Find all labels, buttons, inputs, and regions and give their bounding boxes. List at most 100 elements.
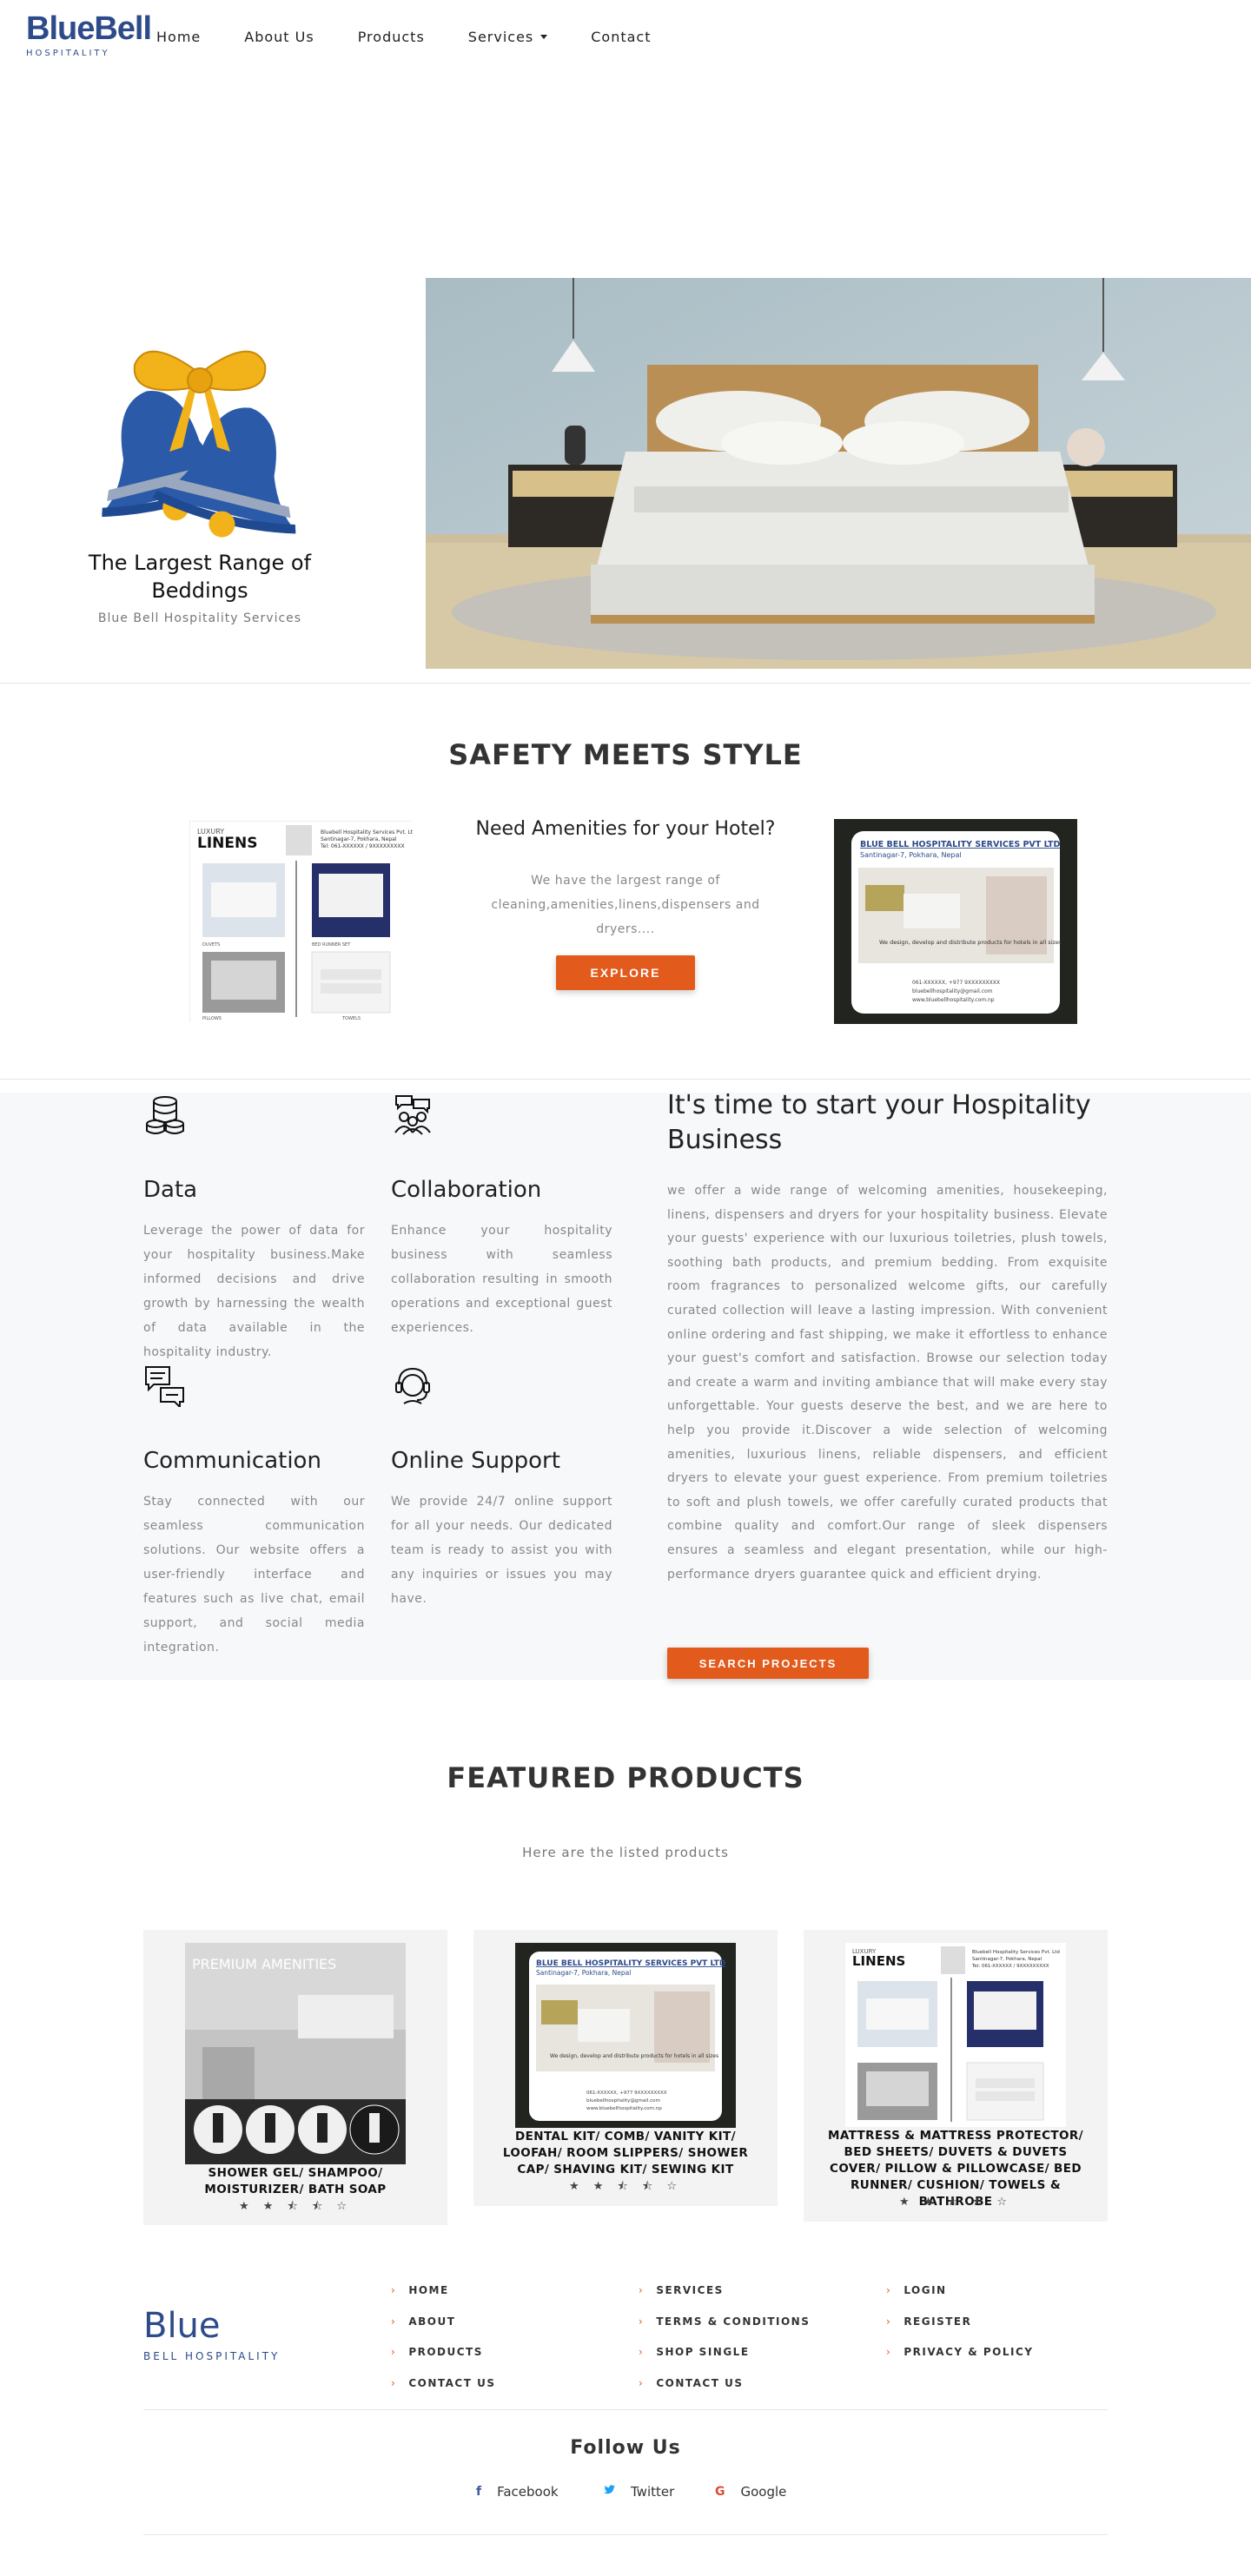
feature-description: We provide 24/7 online support for all y… [391, 1495, 612, 1606]
social-facebook[interactable]: f Facebook [476, 2484, 559, 2500]
chevron-right-icon: › [886, 2315, 892, 2328]
footer-link-services[interactable]: › SERVICES [639, 2284, 724, 2296]
poster-address-text: Santinagar-7, Pokhara, Nepal [321, 836, 397, 842]
brand-logo[interactable]: BlueBell HOSPITALITY [26, 10, 152, 58]
footer-link-terms[interactable]: › TERMS & CONDITIONS [639, 2315, 810, 2328]
feature-communication: Communication Stay connected with our se… [143, 1364, 365, 1660]
nav-about-us[interactable]: About Us [244, 29, 314, 45]
hero-subtitle: Blue Bell Hospitality Services [97, 611, 302, 625]
navbar: BlueBell HOSPITALITY Home About Us Produ… [0, 0, 1251, 78]
explore-button[interactable]: EXPLORE [556, 955, 695, 990]
feature-title: Online Support [391, 1448, 560, 1474]
poster-contact-web: www.bluebellhospitality.com.np [586, 2106, 662, 2111]
product-name[interactable]: SHOWER GEL/ SHAMPOO/ MOISTURIZER/ BATH S… [165, 2165, 426, 2198]
feature-data: Data Leverage the power of data for your… [143, 1093, 365, 1364]
product-poster-title: PREMIUM AMENITIES [192, 1956, 336, 1972]
featured-products-title: FEATURED PRODUCTS [447, 1761, 804, 1794]
feature-title: Data [143, 1177, 198, 1203]
poster-label-duvets: DUVETS [202, 942, 220, 948]
social-label: Facebook [497, 2484, 559, 2500]
chevron-right-icon: › [886, 2284, 892, 2296]
poster-contact-phone: 061-XXXXXX, +977 9XXXXXXXXX [912, 980, 1000, 986]
poster-linens-text: LINENS [197, 835, 257, 852]
footer-link-shop-single[interactable]: › SHOP SINGLE [639, 2346, 750, 2358]
footer-brand-subtitle: BELL HOSPITALITY [143, 2350, 281, 2362]
bells-icon [52, 339, 348, 538]
poster-contact-email: bluebellhospitality@gmail.com [586, 2098, 660, 2104]
nav-services[interactable]: Services [468, 29, 548, 45]
feature-title: Communication [143, 1448, 321, 1474]
chevron-right-icon: › [639, 2315, 645, 2328]
hero-section: The Largest Range of Beddings Blue Bell … [0, 278, 1251, 669]
footer-divider [143, 2409, 1108, 2410]
chevron-right-icon: › [391, 2377, 397, 2389]
logo-subtitle: HOSPITALITY [26, 49, 110, 58]
bedroom-image [426, 278, 1251, 669]
poster-tagline: We design, develop and distribute produc… [550, 2053, 718, 2059]
footer-link-contact-us-2[interactable]: › CONTACT US [639, 2377, 743, 2389]
poster-tagline: We design, develop and distribute produc… [879, 939, 1062, 946]
chat-icon [143, 1364, 187, 1410]
footer-link-home[interactable]: › HOME [391, 2284, 449, 2296]
social-label: Google [740, 2484, 787, 2500]
rating-stars: ★ ★ ⯪ ⯪ ☆ [238, 2200, 353, 2213]
nav-products[interactable]: Products [358, 29, 425, 45]
company-poster-image: BLUE BELL HOSPITALITY SERVICES PVT LTD S… [834, 819, 1077, 1024]
product-name[interactable]: DENTAL KIT/ COMB/ VANITY KIT/ LOOFAH/ RO… [495, 2129, 756, 2178]
social-twitter[interactable]: Twitter [603, 2484, 674, 2500]
poster-company-text: Bluebell Hospitality Services Pvt. Ltd [321, 829, 413, 836]
poster-tel-text: Tel: 061-XXXXXX / 9XXXXXXXXX [320, 843, 405, 849]
headset-icon [391, 1364, 434, 1407]
hero-title: The Largest Range of Beddings [88, 551, 312, 603]
poster-linens-text: LINENS [852, 1953, 905, 1969]
featured-products-subtitle: Here are the listed products [522, 1845, 729, 1860]
amenities-description: We have the largest range of cleaning,am… [491, 874, 760, 936]
caret-down-icon [540, 35, 548, 39]
product-image-amenities: PREMIUM AMENITIES [185, 1943, 406, 2164]
poster-company-heading: BLUE BELL HOSPITALITY SERVICES PVT LTD [536, 1959, 725, 1968]
footer-link-register[interactable]: › REGISTER [886, 2315, 971, 2328]
rating-stars: ★ ★ ⯪ ⯪ ☆ [568, 2180, 683, 2193]
footer-link-login[interactable]: › LOGIN [886, 2284, 947, 2296]
feature-online-support: Online Support We provide 24/7 online su… [391, 1364, 612, 1611]
footer-bottom-divider [143, 2534, 1108, 2535]
social-google[interactable]: G Google [715, 2484, 786, 2500]
product-image-dental-kit: BLUE BELL HOSPITALITY SERVICES PVT LTD S… [515, 1943, 736, 2128]
nav-home[interactable]: Home [156, 29, 201, 45]
footer-link-contact-us[interactable]: › CONTACT US [391, 2377, 495, 2389]
poster-company-heading: BLUE BELL HOSPITALITY SERVICES PVT LTD [860, 840, 1061, 849]
feature-description: Enhance your hospitality business with s… [391, 1224, 612, 1335]
feature-description: Leverage the power of data for your hosp… [143, 1224, 365, 1359]
footer-link-about[interactable]: › ABOUT [391, 2315, 455, 2328]
poster-company-address: Santinagar-7, Pokhara, Nepal [536, 1969, 631, 1977]
nav-contact[interactable]: Contact [591, 29, 651, 45]
poster-label-bed-runner: BED RUNNER SET [312, 942, 351, 948]
twitter-icon [603, 2485, 615, 2499]
google-icon: G [715, 2485, 725, 2499]
footer-link-products[interactable]: › PRODUCTS [391, 2346, 483, 2358]
facebook-icon: f [476, 2485, 482, 2499]
chevron-right-icon: › [391, 2284, 397, 2296]
footer-brand[interactable]: Blue [143, 2306, 221, 2346]
chevron-right-icon: › [391, 2346, 397, 2358]
linens-poster-image: LUXURY LINENS Bluebell Hospitality Servi… [189, 821, 416, 1023]
poster-contact-phone: 061-XXXXXX, +977 9XXXXXXXXX [586, 2091, 667, 2096]
feature-title: Collaboration [391, 1177, 542, 1203]
chevron-right-icon: › [639, 2284, 645, 2296]
amenities-title: Need Amenities for your Hotel? [475, 818, 776, 840]
poster-tel-text: Tel: 061-XXXXXX / 9XXXXXXXXX [971, 1964, 1049, 1969]
chevron-right-icon: › [391, 2315, 397, 2328]
follow-us-heading: Follow Us [570, 2437, 681, 2459]
poster-address-text: Santinagar-7, Pokhara, Nepal [972, 1957, 1042, 1962]
main-menu: Home About Us Products Services Contact [156, 29, 695, 45]
hospitality-business-title: It's time to start your Hospitality Busi… [667, 1090, 1091, 1155]
search-projects-button[interactable]: SEARCH PROJECTS [667, 1648, 869, 1679]
poster-company-text: Bluebell Hospitality Services Pvt. Ltd [972, 1950, 1060, 1955]
poster-label-towels: TOWELS [341, 1016, 361, 1021]
logo-wordmark: BlueBell [26, 10, 152, 47]
poster-contact-web: www.bluebellhospitality.com.np [912, 997, 995, 1003]
section-divider [0, 683, 1251, 684]
footer-link-privacy[interactable]: › PRIVACY & POLICY [886, 2346, 1034, 2358]
poster-label-pillows: PILLOWS [202, 1016, 222, 1021]
rating-stars: ★ ★ ⯪ ⯪ ☆ [898, 2196, 1013, 2209]
